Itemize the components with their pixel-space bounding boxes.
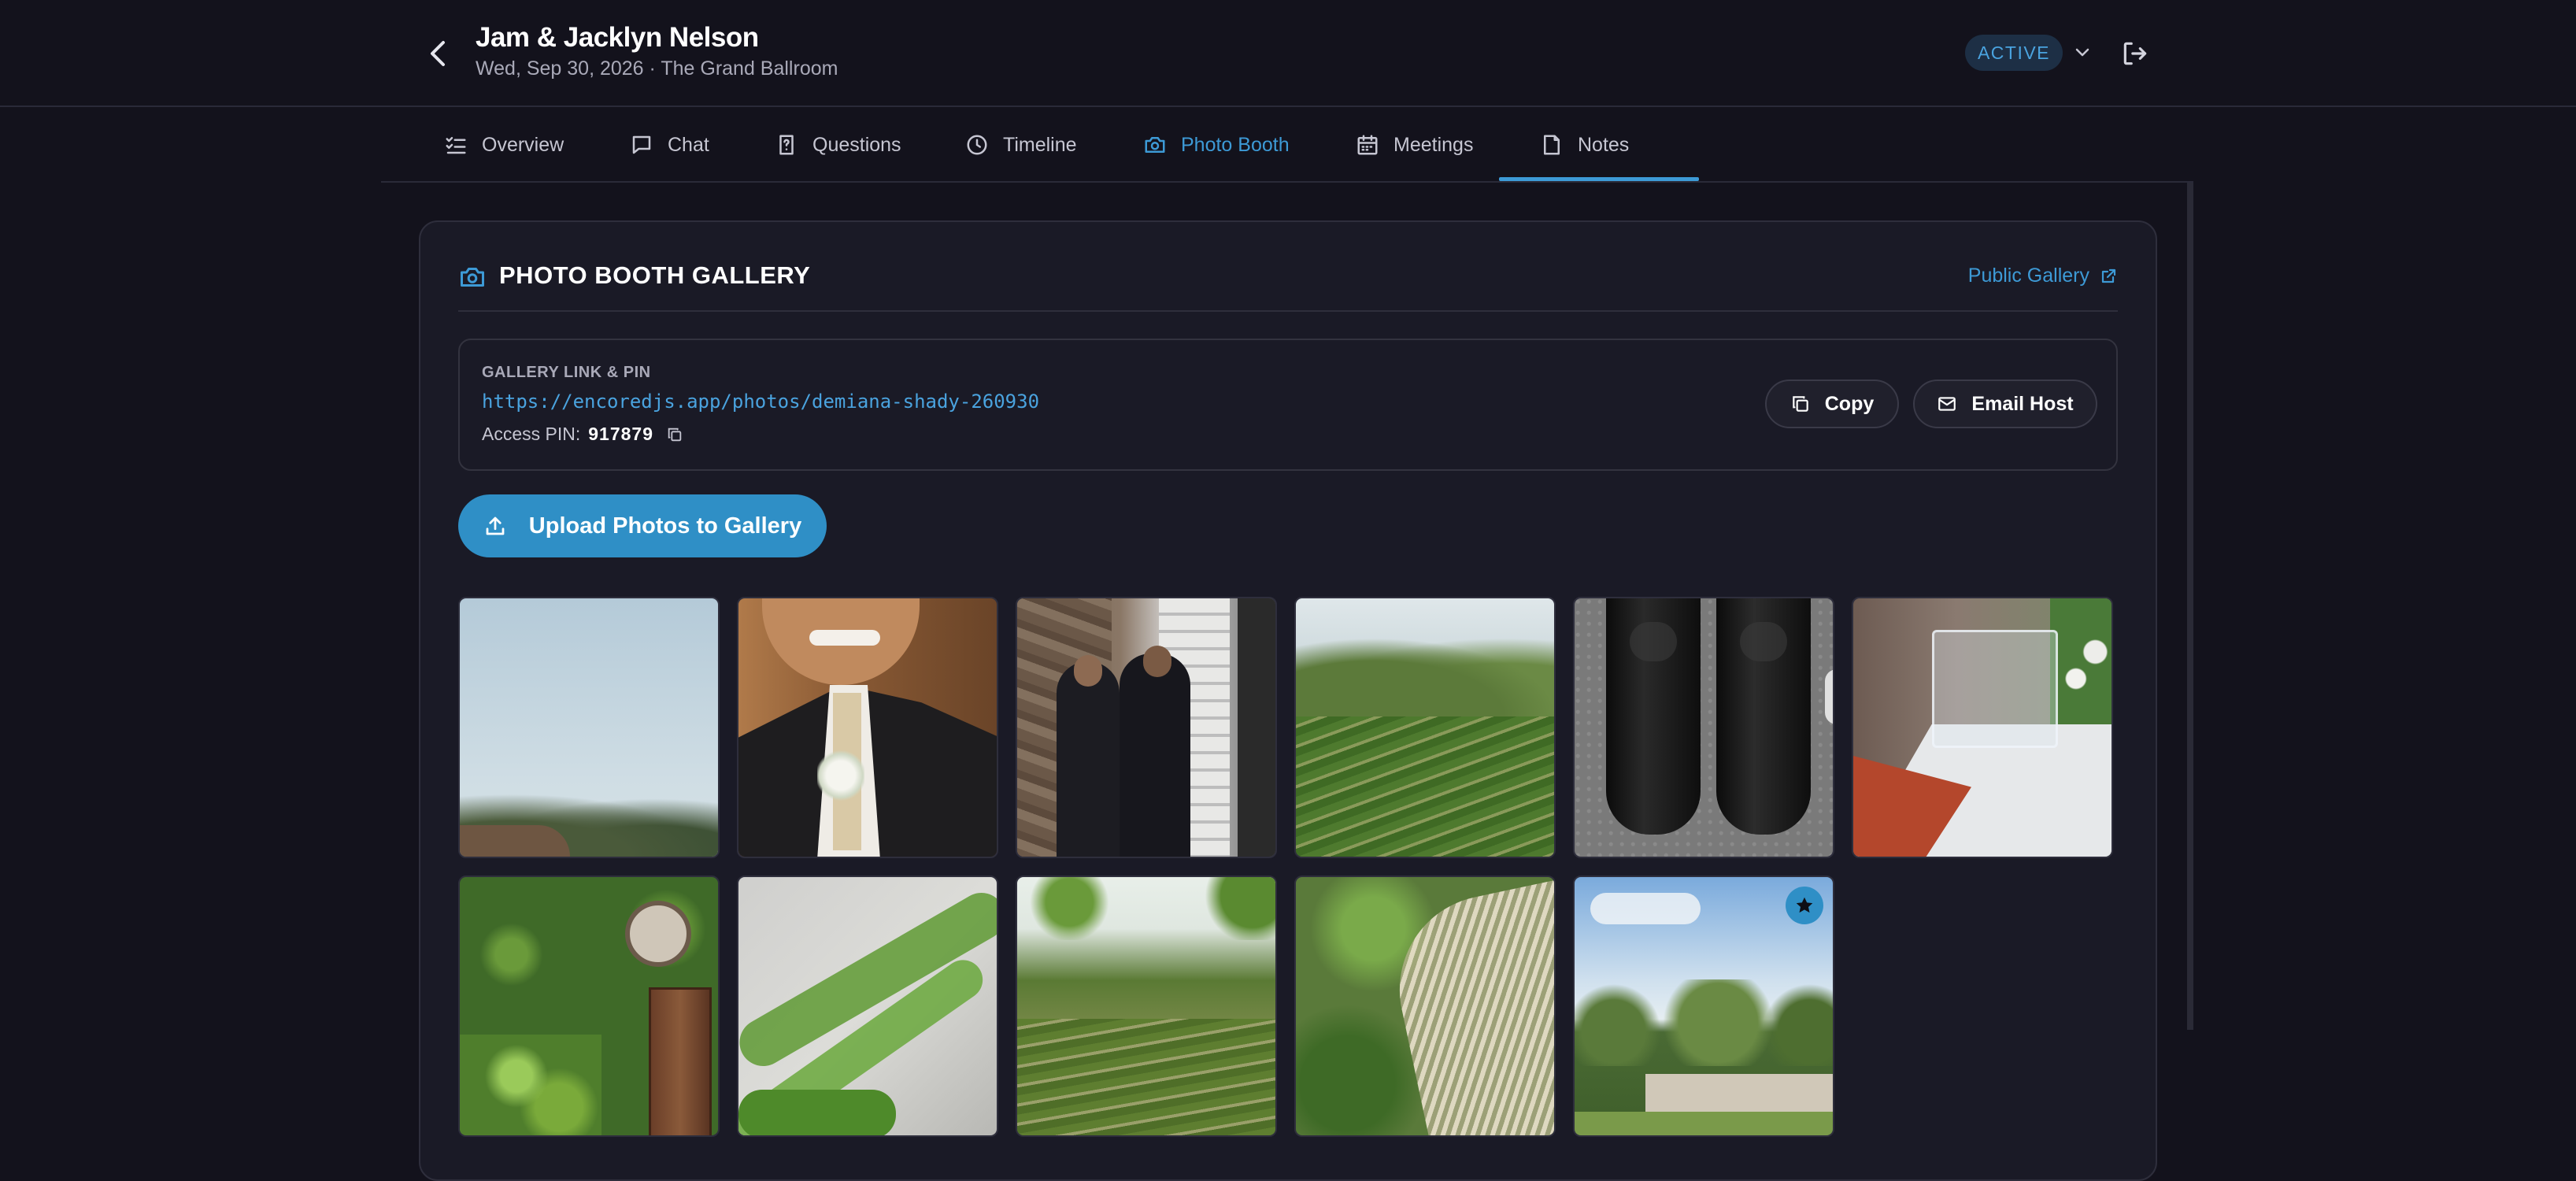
external-link-icon	[2101, 268, 2116, 283]
mail-icon	[1938, 397, 1956, 411]
back-button[interactable]	[422, 35, 453, 72]
gallery-photo[interactable]	[737, 876, 998, 1137]
gallery-photo[interactable]	[1016, 876, 1277, 1137]
tab-photo-booth[interactable]: Photo Booth	[1143, 107, 1290, 183]
top-header: Jam & Jacklyn Nelson Wed, Sep 30, 2026 ·…	[0, 0, 2576, 107]
access-pin-value: 917879	[588, 424, 654, 444]
tab-overview-label: Overview	[482, 133, 564, 156]
copy-link-label: Copy	[1824, 392, 1875, 415]
chat-bubble-icon	[632, 135, 651, 154]
event-tabs: Overview Chat Questions Timeline Photo B…	[381, 107, 2193, 183]
calendar-icon	[1357, 135, 1378, 155]
tab-timeline[interactable]: Timeline	[965, 107, 1077, 183]
photo-booth-card: PHOTO BOOTH GALLERY Public Gallery GALLE…	[419, 220, 2157, 1181]
tab-chat[interactable]: Chat	[630, 107, 709, 183]
gallery-photo[interactable]	[1573, 876, 1834, 1137]
tab-overview[interactable]: Overview	[444, 107, 564, 183]
tab-questions[interactable]: Questions	[775, 107, 901, 183]
email-host-button[interactable]: Email Host	[1913, 379, 2097, 428]
scrollbar[interactable]	[2187, 183, 2193, 1030]
tab-notes-label: Notes	[1578, 133, 1630, 156]
tab-meetings[interactable]: Meetings	[1356, 107, 1473, 183]
active-tab-indicator	[1499, 177, 1699, 181]
copy-icon	[1793, 396, 1808, 412]
email-host-label: Email Host	[1971, 392, 2074, 415]
access-pin-label: Access PIN:	[482, 424, 581, 444]
upload-photos-label: Upload Photos to Gallery	[528, 513, 802, 539]
event-title: Jam & Jacklyn Nelson	[476, 22, 759, 53]
gallery-photo[interactable]	[1294, 597, 1556, 858]
gallery-url[interactable]: https://encoredjs.app/photos/demiana-sha…	[482, 391, 1039, 413]
tab-notes[interactable]: Notes	[1540, 107, 1629, 183]
question-file-icon	[779, 135, 794, 155]
gallery-photo[interactable]	[458, 597, 720, 858]
gallery-title: PHOTO BOOTH GALLERY	[499, 261, 811, 289]
tab-chat-label: Chat	[668, 133, 709, 156]
upload-photos-button[interactable]: Upload Photos to Gallery	[458, 494, 827, 557]
star-icon	[1796, 897, 1813, 913]
camera-icon	[1145, 137, 1165, 153]
status-dropdown-button[interactable]	[2071, 41, 2094, 65]
gallery-photo[interactable]	[458, 876, 720, 1137]
chevron-down-icon	[2075, 48, 2089, 57]
gallery-photo[interactable]	[737, 597, 998, 858]
public-gallery-label: Public Gallery	[1967, 265, 2089, 287]
divider	[458, 310, 2118, 312]
copy-pin-button[interactable]	[666, 426, 683, 443]
logout-button[interactable]	[2118, 36, 2152, 71]
copy-link-button[interactable]: Copy	[1765, 379, 1899, 428]
access-pin-row: Access PIN: 917879	[482, 424, 683, 445]
gallery-photo[interactable]	[1016, 597, 1277, 858]
copy-icon	[668, 428, 682, 441]
gallery-photo[interactable]	[1573, 597, 1834, 858]
status-badge[interactable]: ACTIVE	[1965, 35, 2063, 71]
tab-photo-booth-label: Photo Booth	[1181, 133, 1290, 156]
gallery-link-section-label: GALLERY LINK & PIN	[482, 364, 651, 381]
list-check-icon	[446, 137, 466, 154]
gallery-photo[interactable]	[1852, 597, 2113, 858]
upload-icon	[486, 516, 505, 535]
favorite-badge[interactable]	[1786, 887, 1823, 924]
tab-meetings-label: Meetings	[1393, 133, 1474, 156]
gallery-photo[interactable]	[1294, 876, 1556, 1137]
tab-questions-label: Questions	[812, 133, 901, 156]
public-gallery-link[interactable]: Public Gallery	[1968, 265, 2118, 287]
gallery-link-panel: GALLERY LINK & PIN https://encoredjs.app…	[458, 339, 2118, 471]
logout-icon	[2123, 42, 2147, 65]
clock-icon	[967, 135, 987, 155]
chevron-left-icon	[431, 41, 445, 66]
event-subtitle: Wed, Sep 30, 2026 · The Grand Ballroom	[476, 57, 838, 80]
tab-timeline-label: Timeline	[1003, 133, 1077, 156]
note-icon	[1544, 135, 1560, 155]
camera-icon	[461, 268, 484, 287]
